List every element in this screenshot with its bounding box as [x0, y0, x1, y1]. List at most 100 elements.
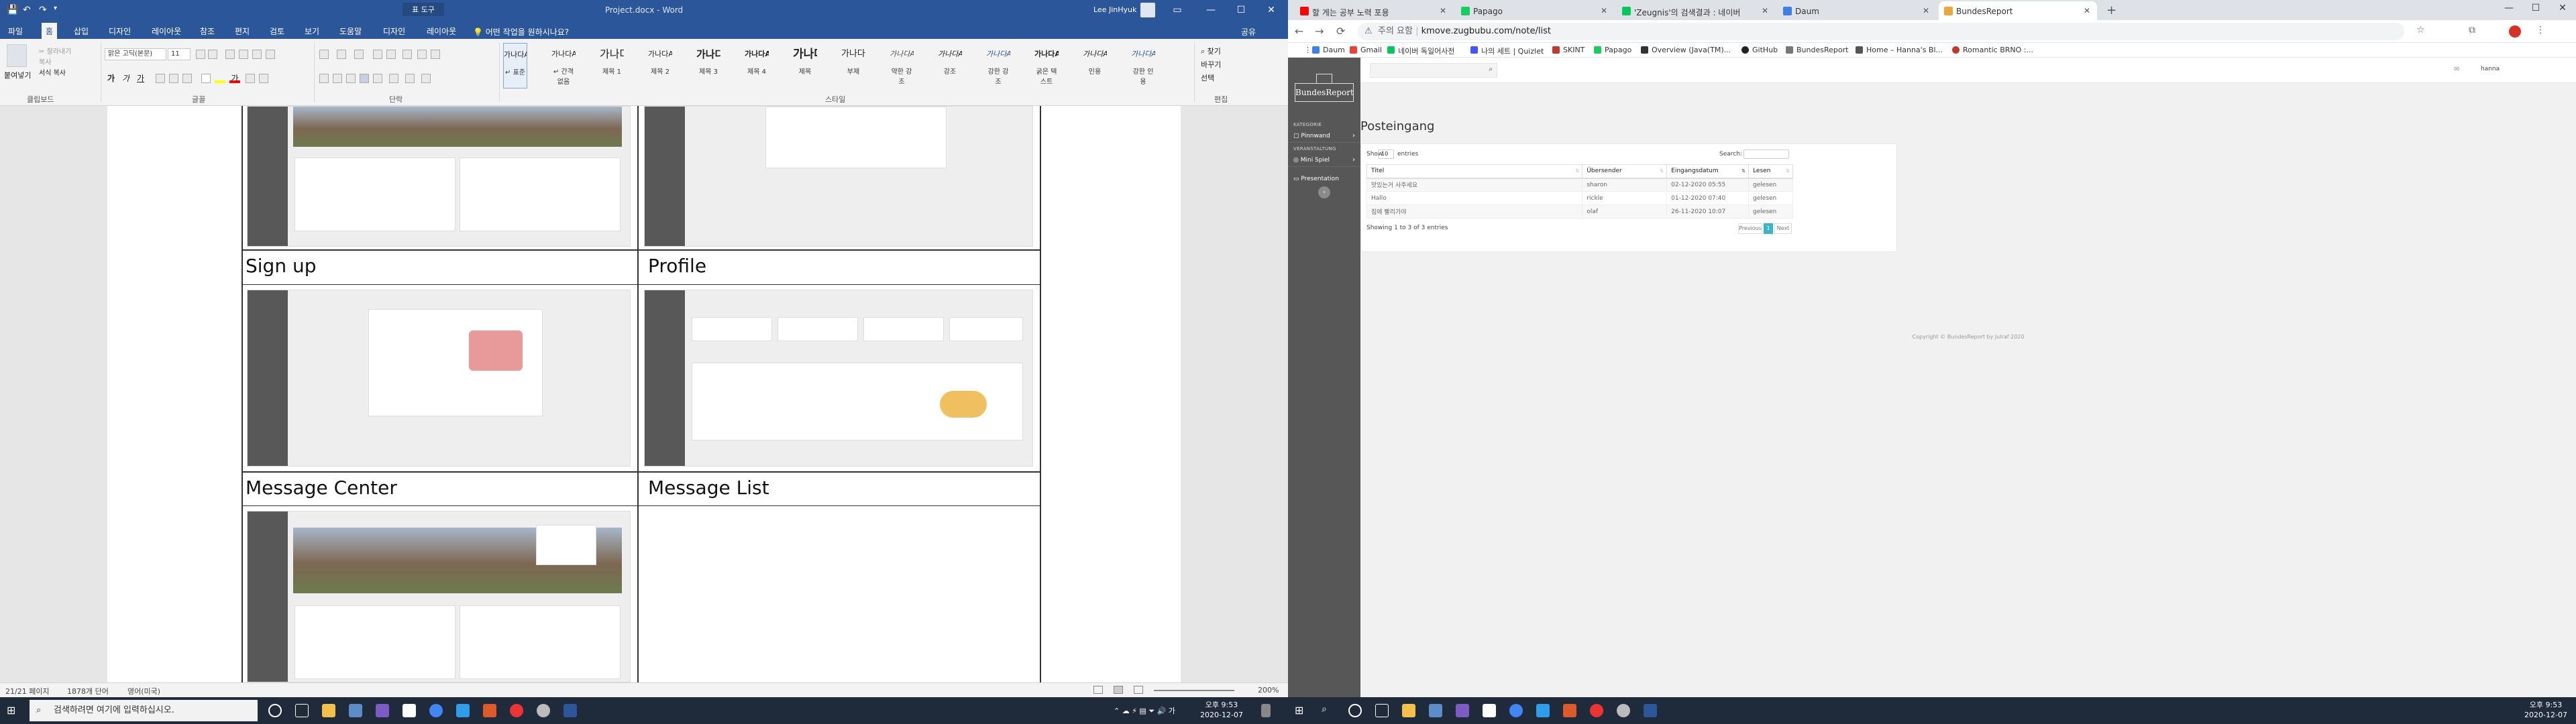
bold-icon[interactable]: 가 [107, 72, 115, 84]
entries-per-page-select[interactable]: 10 [1378, 149, 1394, 159]
file-explorer-icon[interactable] [322, 704, 335, 717]
browser-tab[interactable]: 'Zeugnis'의 검색결과 : 네이버 ✕ [1617, 1, 1775, 20]
windows-start-icon[interactable]: ⊞ [1295, 704, 1308, 717]
character-border-icon[interactable] [266, 50, 275, 59]
chrome-icon[interactable] [429, 704, 443, 717]
cortana-icon[interactable] [1348, 704, 1362, 717]
screenshot-image[interactable] [247, 511, 631, 682]
bookmark-item[interactable]: Gmail [1350, 46, 1382, 54]
maximize-button[interactable]: ☐ [1228, 3, 1254, 17]
web-layout-icon[interactable] [1134, 686, 1143, 694]
bookmark-item[interactable]: 네이버 독일어사전 [1387, 46, 1454, 56]
tab-home[interactable]: 홈 [42, 23, 58, 39]
font-name-select[interactable]: 맑은 고딕(본문) [105, 48, 166, 60]
justify-icon[interactable] [360, 74, 369, 83]
clock[interactable]: 오후 9:53 2020-12-07 [1198, 700, 1245, 720]
zoom-slider[interactable] [1154, 690, 1234, 691]
share-button[interactable]: 공유 [1241, 26, 1256, 38]
taskbar-search-input[interactable]: ⌕ 검색하려면 여기에 입력하십시오. [30, 700, 258, 721]
extensions-icon[interactable]: ⧉ [2469, 25, 2475, 36]
asian-layout-icon[interactable] [402, 50, 412, 59]
profile-avatar[interactable] [2509, 25, 2521, 38]
app-icon[interactable] [483, 704, 496, 717]
tab-view[interactable]: 보기 [301, 24, 323, 38]
enclose-characters-icon[interactable] [259, 74, 268, 83]
previous-page-button[interactable]: Previous [1738, 223, 1762, 234]
column-header-uebersender[interactable]: Übersender ⇅ [1582, 164, 1668, 179]
line-spacing-icon[interactable] [389, 74, 398, 83]
app-logo[interactable]: BundesReport [1295, 83, 1354, 102]
app-icon[interactable] [537, 704, 550, 717]
style-heading1[interactable]: 가나다, 제목 1 [600, 43, 624, 88]
screenshot-image[interactable] [644, 290, 1033, 467]
table-row[interactable]: 맛있는거 사주세요 sharon 02-12-2020 05:55 gelese… [1366, 178, 1793, 192]
tab-review[interactable]: 검토 [266, 24, 288, 38]
style-heading4[interactable]: 가나다AaI 제목 4 [745, 43, 769, 88]
numbering-icon[interactable] [337, 50, 346, 59]
app-icon[interactable] [1429, 704, 1442, 717]
cell-titel[interactable]: 집에 빨리가야 [1366, 204, 1583, 219]
grow-font-icon[interactable] [196, 50, 205, 59]
style-heading2[interactable]: 가나다AaI 제목 2 [648, 43, 672, 88]
cortana-icon[interactable] [268, 704, 282, 717]
bookmark-item[interactable]: Papago [1594, 46, 1631, 54]
select-button[interactable]: 선택 [1201, 72, 1214, 83]
table-search-input[interactable] [1743, 149, 1789, 159]
browser-tab[interactable]: Daum ✕ [1778, 1, 1936, 20]
menu-icon[interactable]: ⋮ [2536, 25, 2545, 36]
cell-titel[interactable]: 맛있는거 사주세요 [1366, 178, 1583, 192]
search-icon[interactable]: ⌕ [1322, 704, 1335, 717]
multilevel-list-icon[interactable] [354, 50, 364, 59]
borders-icon[interactable] [421, 74, 431, 83]
close-tab-icon[interactable]: ✕ [2084, 6, 2090, 15]
user-name[interactable]: hanna [2481, 66, 2500, 72]
read-mode-icon[interactable] [1093, 686, 1103, 694]
task-view-icon[interactable] [295, 704, 309, 717]
bookmark-item[interactable]: SKINT [1552, 46, 1585, 54]
tab-mailings[interactable]: 편지 [231, 24, 254, 38]
minimize-button[interactable]: — [1197, 3, 1224, 17]
next-page-button[interactable]: Next [1774, 223, 1792, 234]
new-tab-button[interactable]: + [2106, 3, 2116, 17]
cell-titel[interactable]: Hallo [1366, 191, 1583, 205]
tab-references[interactable]: 참조 [196, 24, 219, 38]
word-count[interactable]: 1878개 단어 [67, 686, 109, 697]
style-subtitle[interactable]: 가나다A 부제 [841, 43, 865, 88]
style-strong[interactable]: 가나다AaI 굵은 텍스트 [1034, 43, 1059, 88]
style-subtle-emphasis[interactable]: 가나다AaI 약한 강조 [890, 43, 914, 88]
screenshot-image[interactable] [247, 106, 631, 247]
close-tab-icon[interactable]: ✕ [1762, 6, 1768, 15]
style-heading3[interactable]: 가나다 제목 3 [696, 43, 720, 88]
bookmark-item[interactable]: Daum [1312, 46, 1345, 54]
bookmark-star-icon[interactable]: ☆ [2416, 25, 2425, 36]
task-view-icon[interactable] [1375, 704, 1389, 717]
find-button[interactable]: ⌕ 찾기 [1201, 46, 1221, 56]
style-normal[interactable]: 가나다AaI ↵ 표준 [503, 43, 527, 88]
browser-tab[interactable]: Papago ✕ [1456, 1, 1614, 20]
avatar[interactable] [1140, 3, 1155, 17]
visual-studio-icon[interactable] [376, 704, 389, 717]
style-quote[interactable]: 가나다AaI 인용 [1083, 43, 1107, 88]
tab-table-layout[interactable]: 레이아웃 [423, 24, 460, 38]
bookmark-item[interactable]: 나의 세트 | Quizlet [1470, 46, 1544, 56]
tell-me-search[interactable]: 💡 어떤 작업을 원하시나요? [473, 26, 569, 38]
subscript-icon[interactable] [169, 74, 178, 83]
screenshot-image[interactable] [644, 106, 1033, 247]
vscode-icon[interactable] [1536, 704, 1550, 717]
tab-layout[interactable]: 레이아웃 [148, 24, 185, 38]
increase-indent-icon[interactable] [386, 50, 396, 59]
italic-icon[interactable]: 가 [122, 72, 129, 84]
windows-start-icon[interactable]: ⊞ [7, 704, 20, 717]
print-layout-icon[interactable] [1114, 686, 1123, 694]
style-emphasis[interactable]: 가나다AaI 강조 [938, 43, 962, 88]
bookmark-item[interactable]: Overview (Java(TM)... [1641, 46, 1731, 54]
copy-button[interactable]: 복사 [39, 56, 51, 66]
word-icon[interactable] [1644, 704, 1657, 717]
paste-button[interactable]: 붙여넣기 [4, 70, 31, 80]
show-marks-icon[interactable] [431, 50, 440, 59]
table-row[interactable]: 집에 빨리가야 olaf 26-11-2020 10:07 gelesen [1366, 204, 1793, 219]
align-right-icon[interactable] [346, 74, 356, 83]
back-button[interactable]: ← [1295, 25, 1303, 38]
close-tab-icon[interactable]: ✕ [1923, 6, 1929, 15]
sidebar-item-presentation[interactable]: ▭ Presentation [1293, 176, 1355, 182]
